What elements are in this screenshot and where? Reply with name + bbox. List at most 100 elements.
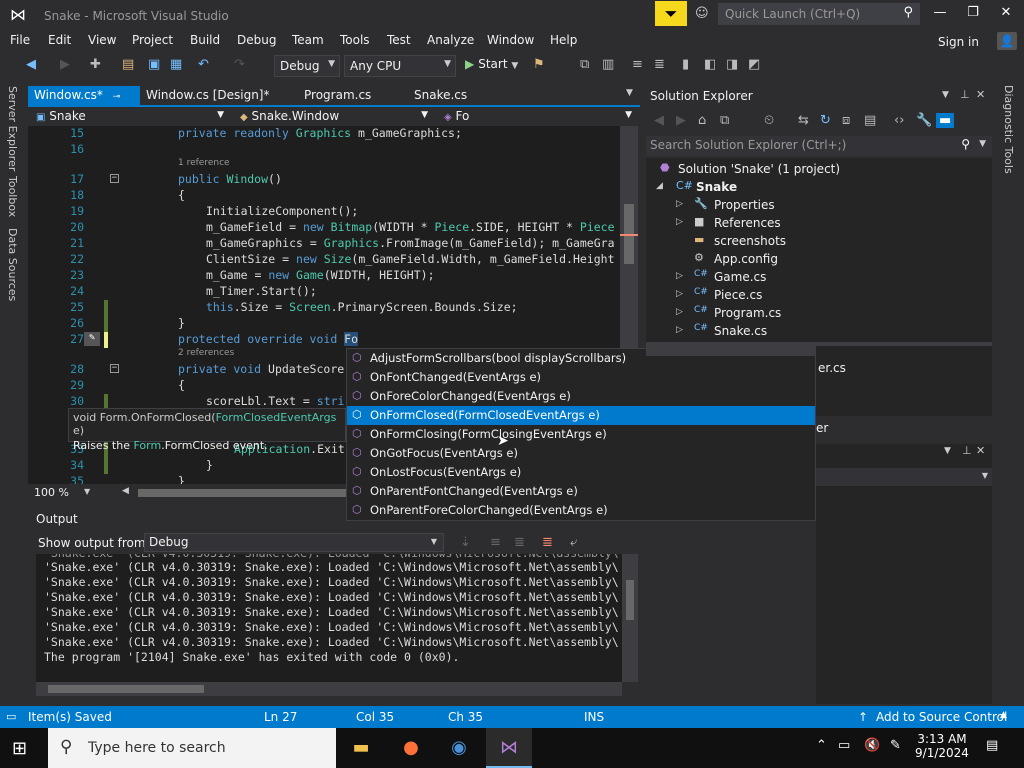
- properties-wrench-icon[interactable]: 🔧: [916, 113, 932, 128]
- close-button[interactable]: ✕: [991, 5, 1021, 20]
- sync-icon[interactable]: ⇆: [798, 113, 809, 128]
- notifications-flag-icon[interactable]: ⏷: [655, 1, 687, 26]
- volume-muted-icon[interactable]: 🔇: [864, 738, 880, 753]
- codelens-references[interactable]: 1 reference: [178, 158, 230, 168]
- pin-icon[interactable]: ⊥: [962, 444, 972, 457]
- tree-item-app-config[interactable]: ⚙ App.config: [646, 250, 992, 268]
- tree-item-properties[interactable]: ▷ 🔧 Properties: [646, 196, 992, 214]
- notifications-icon[interactable]: ▤: [986, 738, 998, 753]
- prev-message-icon[interactable]: ≡: [490, 535, 501, 550]
- menu-team[interactable]: Team: [292, 33, 324, 47]
- quick-launch-input[interactable]: Quick Launch (Ctrl+Q) ⚲: [718, 3, 920, 25]
- view-code-icon[interactable]: ‹›: [894, 113, 904, 128]
- expanded-arrow-icon[interactable]: ◢: [656, 181, 663, 191]
- collapsed-arrow-icon[interactable]: ▷: [676, 325, 683, 335]
- scrollbar-thumb[interactable]: [626, 580, 634, 620]
- editor-horizontal-scrollbar[interactable]: [138, 489, 378, 497]
- panel-tab-partial[interactable]: er: [816, 421, 828, 435]
- save-all-icon[interactable]: ▦: [170, 57, 182, 72]
- collapsed-arrow-icon[interactable]: ▷: [676, 199, 683, 209]
- tree-item-snake-cs[interactable]: ▷ C# Snake.cs: [646, 322, 992, 340]
- firefox-icon[interactable]: ●: [388, 728, 434, 768]
- tree-item-project[interactable]: ◢ C# Snake: [646, 178, 992, 196]
- data-sources-tab[interactable]: Data Sources: [6, 228, 19, 301]
- output-vertical-scrollbar[interactable]: [622, 554, 638, 682]
- diagnostic-tools-tab[interactable]: Diagnostic Tools: [1002, 85, 1015, 174]
- system-clock[interactable]: 3:13 AM 9/1/2024: [914, 732, 970, 760]
- solution-explorer-search-input[interactable]: Search Solution Explorer (Ctrl+;) ⚲ ▼: [646, 136, 992, 156]
- tab-window-designer[interactable]: Window.cs [Design]*: [140, 86, 290, 106]
- collapsed-arrow-icon[interactable]: ▷: [676, 217, 683, 227]
- visual-studio-taskbar-icon[interactable]: ⋈: [486, 728, 532, 768]
- quick-actions-icon[interactable]: ✎: [84, 332, 100, 346]
- tree-item-references[interactable]: ▷ ■ References: [646, 214, 992, 232]
- chevron-up-icon[interactable]: ⌃: [816, 738, 827, 753]
- tree-item-screenshots[interactable]: ▬ screenshots: [646, 232, 992, 250]
- forward-icon[interactable]: ▶: [676, 113, 686, 128]
- properties-object-select[interactable]: ▼: [816, 468, 992, 486]
- close-icon[interactable]: ✕: [976, 88, 985, 101]
- collapsed-arrow-icon[interactable]: ▷: [676, 271, 683, 281]
- member-dropdown[interactable]: ◈ Fo ▼: [440, 108, 636, 126]
- start-debugging-button[interactable]: ▶ Start ▼: [465, 57, 518, 71]
- class-dropdown[interactable]: ◆ Snake.Window ▼: [236, 108, 432, 126]
- account-icon[interactable]: 👤: [997, 32, 1017, 50]
- undo-icon[interactable]: ↶: [198, 57, 209, 72]
- sign-in-link[interactable]: Sign in: [938, 35, 979, 49]
- layout-icon[interactable]: ▥: [602, 57, 614, 72]
- redo-icon[interactable]: ↷: [234, 57, 245, 72]
- panel-menu-icon[interactable]: ▼: [944, 446, 951, 456]
- show-all-files-icon[interactable]: ▤: [864, 113, 876, 128]
- solution-platform-select[interactable]: Any CPU ▼: [344, 55, 456, 77]
- refresh-icon[interactable]: ↻: [820, 113, 831, 128]
- intellisense-completion-list[interactable]: ⬡ AdjustFormScrollbars(bool displayScroll…: [346, 348, 816, 521]
- scrollbar-thumb[interactable]: [48, 685, 204, 693]
- collapsed-arrow-icon[interactable]: ▷: [676, 307, 683, 317]
- collapse-all-icon[interactable]: ⧈: [842, 113, 850, 128]
- menu-help[interactable]: Help: [550, 33, 577, 47]
- network-icon[interactable]: ▭: [838, 738, 850, 753]
- forward-icon[interactable]: ▶: [60, 57, 70, 72]
- panel-menu-icon[interactable]: ▼: [942, 90, 949, 100]
- completion-item[interactable]: ⬡ OnForeColorChanged(EventArgs e): [347, 387, 815, 406]
- completion-item-selected[interactable]: ⬡ OnFormClosed(FormClosedEventArgs e): [347, 406, 815, 425]
- toggle-icon[interactable]: ⧉: [580, 57, 589, 72]
- chrome-icon[interactable]: ◉: [436, 728, 482, 768]
- menu-project[interactable]: Project: [132, 33, 173, 47]
- uncomment-icon[interactable]: ≣: [654, 57, 665, 72]
- chevron-down-icon[interactable]: ▼: [84, 487, 90, 496]
- pin-icon[interactable]: ⊸: [113, 92, 121, 102]
- home-icon[interactable]: ⌂: [698, 113, 706, 128]
- bookmark-icon[interactable]: ▮: [682, 57, 689, 72]
- new-project-icon[interactable]: ✚: [90, 57, 101, 72]
- file-explorer-icon[interactable]: ▬: [338, 728, 384, 768]
- menu-analyze[interactable]: Analyze: [427, 33, 474, 47]
- comment-icon[interactable]: ≡: [632, 57, 643, 72]
- completion-item[interactable]: ⬡ OnParentFontChanged(EventArgs e): [347, 482, 815, 501]
- pen-icon[interactable]: ✎: [890, 738, 901, 753]
- chevron-up-icon[interactable]: ▲: [1000, 710, 1007, 720]
- zoom-level[interactable]: 100 %: [34, 486, 69, 499]
- server-explorer-tab[interactable]: Server Explorer: [6, 86, 19, 171]
- output-horizontal-scrollbar[interactable]: [36, 682, 622, 696]
- feedback-icon[interactable]: ☺: [695, 6, 709, 21]
- tab-snake-cs[interactable]: Snake.cs: [408, 86, 508, 106]
- switch-views-icon[interactable]: ⧉: [720, 113, 729, 128]
- collapsed-arrow-icon[interactable]: ▷: [676, 289, 683, 299]
- preview-selected-icon[interactable]: ▬: [936, 113, 955, 128]
- find-message-icon[interactable]: ⇣: [460, 535, 471, 550]
- tree-item-program-cs[interactable]: ▷ C# Program.cs: [646, 304, 992, 322]
- word-wrap-icon[interactable]: ⤶: [570, 535, 577, 550]
- tab-list-dropdown-icon[interactable]: ▼: [626, 88, 633, 98]
- clear-all-icon[interactable]: ≣: [542, 535, 553, 550]
- completion-item[interactable]: ⬡ OnLostFocus(EventArgs e): [347, 463, 815, 482]
- add-to-source-control-button[interactable]: Add to Source Control: [876, 710, 1007, 724]
- menu-file[interactable]: File: [10, 33, 30, 47]
- minimize-button[interactable]: —: [925, 5, 955, 20]
- maximize-button[interactable]: ❐: [958, 5, 988, 20]
- collapse-icon[interactable]: −: [110, 364, 119, 373]
- project-dropdown[interactable]: ▣ Snake ▼: [32, 108, 228, 126]
- tab-program-cs[interactable]: Program.cs: [298, 86, 398, 106]
- pin-icon[interactable]: ⊥: [960, 88, 970, 101]
- collapse-icon[interactable]: −: [110, 174, 119, 183]
